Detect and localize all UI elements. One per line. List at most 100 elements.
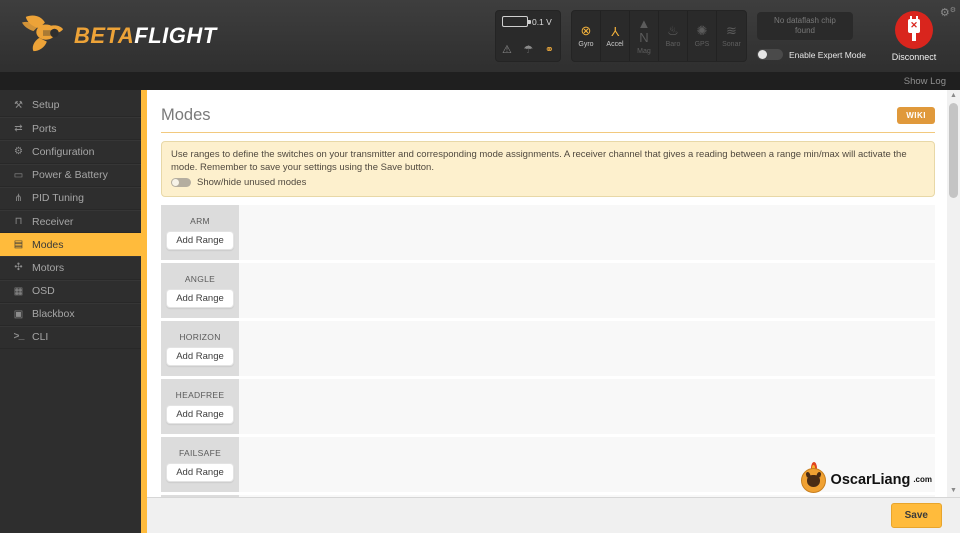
scroll-down-arrow[interactable]: ▼ [947, 485, 960, 497]
mode-row-horizon: HORIZON Add Range [161, 321, 935, 376]
accel-icon: Y [610, 24, 620, 39]
mode-row-arm: ARM Add Range [161, 205, 935, 260]
gyro-icon: ⊗ [580, 23, 592, 38]
betaflight-configurator-window: BETAFLIGHT 0.1 V ⚠ ☂ ⚭ ⊗ Gyro Y Accel ▲ … [0, 0, 960, 533]
log-bar: Show Log [0, 72, 960, 90]
mode-name: ARM [190, 215, 210, 226]
show-log-button[interactable]: Show Log [904, 76, 946, 87]
add-range-button[interactable]: Add Range [166, 230, 234, 250]
mode-label-cell: ANGLE Add Range [161, 263, 239, 318]
betaflight-bee-icon [20, 13, 66, 60]
save-bar: Save [147, 497, 960, 533]
sidebar-nav: ⚒ Setup ⇄ Ports ⚙ Configuration ▭ Power … [0, 90, 147, 533]
vertical-scrollbar[interactable]: ▲ ▼ [947, 90, 960, 497]
watermark-name: OscarLiang [830, 471, 911, 488]
sonar-icon: ≋ [726, 23, 737, 38]
add-range-button[interactable]: Add Range [166, 404, 234, 424]
mode-range-area [242, 321, 935, 376]
header-status-cluster: 0.1 V ⚠ ☂ ⚭ ⊗ Gyro Y Accel ▲ N Mag ♨ Bar… [494, 0, 952, 72]
sidebar-item-osd[interactable]: ▦ OSD [0, 279, 141, 303]
ports-icon: ⇄ [14, 123, 23, 135]
terminal-icon: >_ [13, 331, 24, 343]
scroll-up-arrow[interactable]: ▲ [947, 90, 960, 102]
disconnect-button[interactable]: ✕ [895, 10, 933, 49]
scrollbar-thumb[interactable] [949, 103, 958, 198]
show-hide-unused-modes-toggle[interactable] [171, 178, 191, 187]
dataflash-status: No dataflash chip found [756, 12, 853, 40]
blackbox-icon: ▣ [13, 308, 24, 320]
title-row: Modes WIKI [161, 102, 935, 128]
mode-name: ANGLE [184, 273, 216, 284]
expert-mode-label: Enable Expert Mode [788, 49, 866, 60]
mode-row-headfree: HEADFREE Add Range [161, 379, 935, 434]
settings-gears-icon[interactable]: ⚙⚙ [940, 6, 956, 19]
motor-icon: ✣ [14, 262, 23, 274]
battery-status-panel: 0.1 V ⚠ ☂ ⚭ [494, 10, 561, 62]
sidebar-item-modes[interactable]: ▤ Modes [0, 233, 147, 257]
save-button[interactable]: Save [890, 503, 942, 528]
wiki-button[interactable]: WIKI [897, 106, 935, 124]
link-icon: ⚭ [544, 44, 554, 56]
mode-range-area [242, 379, 935, 434]
failsafe-parachute-icon: ☂ [523, 44, 534, 56]
oscarliang-logo-icon [800, 462, 828, 493]
mode-range-area [242, 263, 935, 318]
battery-icon [501, 16, 531, 27]
unused-modes-toggle-row: Show/hide unused modes [171, 176, 925, 189]
gear-icon: ⚙ [14, 146, 23, 158]
sidebar-item-power-battery[interactable]: ▭ Power & Battery [0, 163, 141, 187]
disconnect-label: Disconnect [891, 51, 937, 62]
show-hide-unused-modes-label: Show/hide unused modes [197, 177, 307, 188]
sensor-gyro: ⊗ Gyro [572, 11, 601, 61]
mode-label-cell: FAILSAFE Add Range [161, 437, 239, 492]
sensor-baro: ♨ Baro [659, 11, 688, 61]
title-divider [161, 132, 935, 133]
page-title: Modes [161, 105, 211, 124]
sidebar-item-configuration[interactable]: ⚙ Configuration [0, 140, 141, 164]
logo-beta-text: BETA [74, 23, 135, 48]
toggle-knob [172, 179, 179, 186]
battery-nav-icon: ▭ [13, 169, 24, 181]
wrench-icon: ⚒ [14, 99, 23, 111]
body-row: ⚒ Setup ⇄ Ports ⚙ Configuration ▭ Power … [0, 90, 960, 533]
baro-icon: ♨ [667, 23, 679, 38]
info-note-text: Use ranges to define the switches on you… [171, 149, 907, 173]
sensor-mag: ▲ N Mag [630, 11, 659, 61]
app-header: BETAFLIGHT 0.1 V ⚠ ☂ ⚭ ⊗ Gyro Y Accel ▲ … [0, 0, 960, 72]
sidebar-item-cli[interactable]: >_ CLI [0, 325, 141, 350]
sensor-accel: Y Accel [601, 11, 630, 61]
sidebar-item-ports[interactable]: ⇄ Ports [0, 117, 141, 141]
status-icon-row: ⚠ ☂ ⚭ [502, 43, 554, 56]
usb-plug-icon: ✕ [907, 15, 921, 41]
sensor-gps: ✺ GPS [688, 11, 717, 61]
logo-flight-text: FLIGHT [134, 23, 217, 48]
betaflight-logo: BETAFLIGHT [20, 13, 217, 60]
mode-label-cell: HEADFREE Add Range [161, 379, 239, 434]
oscarliang-watermark: OscarLiang .com [800, 462, 932, 493]
sitemap-icon: ⋔ [14, 192, 23, 204]
mode-label-cell: ARM Add Range [161, 205, 239, 260]
sidebar-item-receiver[interactable]: ⊓ Receiver [0, 209, 141, 234]
sidebar-item-setup[interactable]: ⚒ Setup [0, 94, 141, 118]
battery-voltage: 0.1 V [531, 16, 552, 27]
gps-icon: ✺ [696, 23, 708, 38]
toggle-knob [757, 50, 767, 59]
mode-name: FAILSAFE [178, 447, 222, 458]
add-range-button[interactable]: Add Range [166, 346, 234, 366]
mode-range-area [242, 205, 935, 260]
sidebar-item-pid-tuning[interactable]: ⋔ PID Tuning [0, 186, 141, 210]
battery-voltage-row: 0.1 V [501, 16, 554, 27]
sidebar-item-blackbox[interactable]: ▣ Blackbox [0, 302, 141, 326]
add-range-button[interactable]: Add Range [166, 288, 234, 308]
add-range-button[interactable]: Add Range [166, 462, 234, 482]
sensor-sonar: ≋ Sonar [722, 23, 741, 49]
mode-row-angle: ANGLE Add Range [161, 263, 935, 318]
expert-mode-row: Enable Expert Mode [756, 49, 866, 60]
modes-list: ARM Add Range ANGLE Add Range HORIZON Ad… [161, 205, 935, 497]
content-scroll-area: Modes WIKI Use ranges to define the swit… [147, 90, 947, 497]
mode-name: HEADFREE [175, 389, 225, 400]
expert-mode-toggle[interactable] [756, 49, 783, 60]
betaflight-wordmark: BETAFLIGHT [74, 23, 217, 49]
sidebar-item-motors[interactable]: ✣ Motors [0, 256, 141, 280]
dataflash-expert-column: No dataflash chip found Enable Expert Mo… [756, 10, 866, 62]
